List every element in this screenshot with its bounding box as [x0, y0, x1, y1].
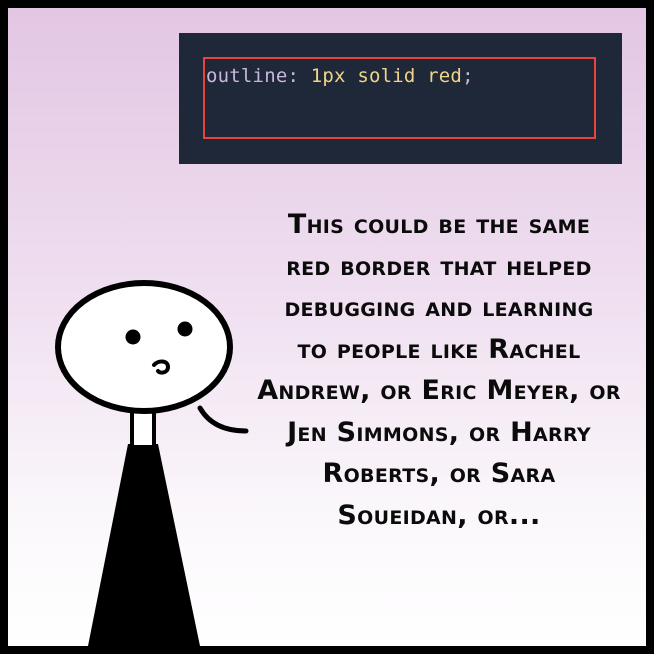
- figure-head: [55, 280, 233, 414]
- figure-left-eye: [125, 329, 141, 345]
- comic-panel: outline: 1px solid red; This could be th…: [8, 8, 646, 646]
- speech-tail: [197, 405, 249, 434]
- figure-body: [88, 444, 200, 646]
- stick-figure-character: [55, 280, 249, 646]
- figure-right-eye: [177, 321, 193, 337]
